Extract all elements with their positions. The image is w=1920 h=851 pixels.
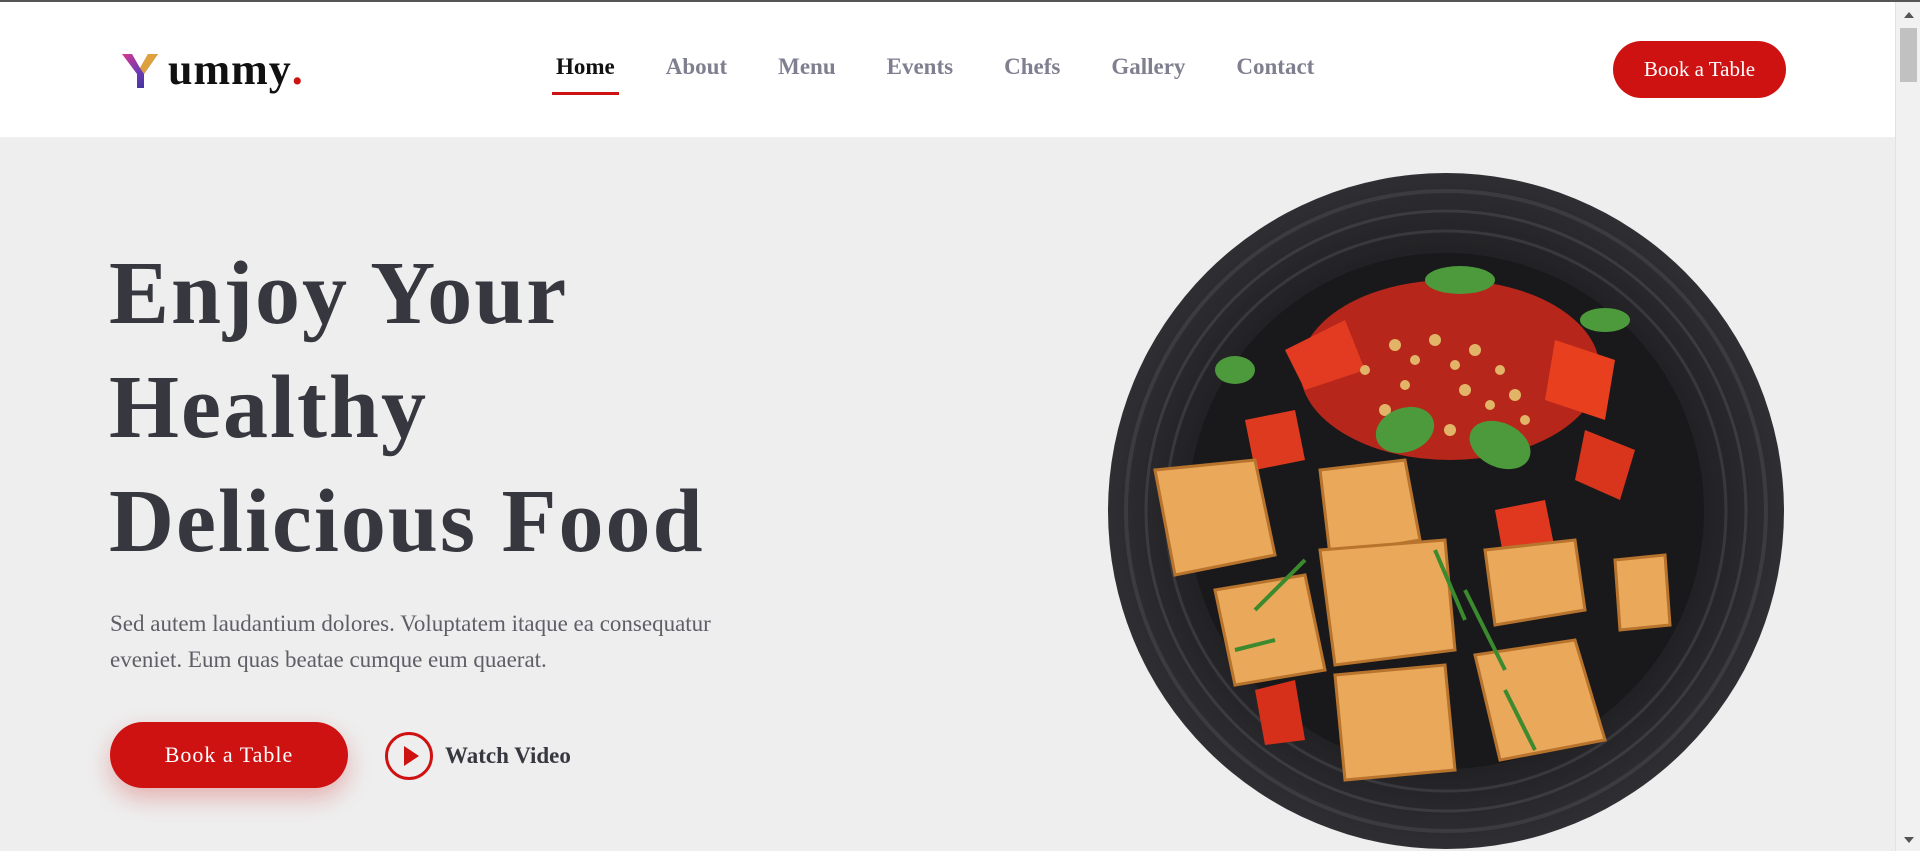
watch-video-link[interactable]: Watch Video: [385, 732, 571, 780]
scroll-down-icon[interactable]: [1904, 837, 1914, 843]
site-logo[interactable]: ummy.: [120, 46, 303, 92]
page-scrollbar[interactable]: [1895, 2, 1920, 851]
header-book-table-button[interactable]: Book a Table: [1613, 41, 1786, 98]
hero-title-line-3: Delicious Food: [109, 472, 705, 571]
play-icon[interactable]: [385, 732, 433, 780]
hero-title-line-2: Healthy: [109, 358, 428, 457]
nav-item-home[interactable]: Home: [552, 54, 619, 95]
logo-text: ummy: [168, 45, 292, 94]
scroll-up-icon[interactable]: [1904, 12, 1914, 18]
nav-item-gallery[interactable]: Gallery: [1111, 54, 1185, 80]
food-plate-image: [1108, 173, 1784, 849]
hero-title-line-1: Enjoy Your: [109, 244, 569, 343]
nav-item-events[interactable]: Events: [887, 54, 953, 80]
scrollbar-thumb[interactable]: [1900, 28, 1917, 82]
nav-item-contact[interactable]: Contact: [1236, 54, 1314, 80]
site-header: ummy. Home About Menu Events Chefs Galle…: [0, 2, 1895, 137]
watch-video-label: Watch Video: [445, 743, 571, 768]
main-nav: Home About Menu Events Chefs Gallery Con…: [552, 54, 1365, 95]
hero-description: Sed autem laudantium dolores. Voluptatem…: [110, 606, 770, 678]
hero-description-line-1: Sed autem laudantium dolores. Voluptatem…: [110, 611, 711, 636]
nav-item-about[interactable]: About: [666, 54, 727, 80]
hero-section: Enjoy Your Healthy Delicious Food Sed au…: [0, 137, 1895, 851]
hero-description-line-2: eveniet. Eum quas beatae cumque eum quae…: [110, 647, 547, 672]
hero-title: Enjoy Your Healthy Delicious Food: [109, 237, 809, 579]
logo-dot: .: [291, 45, 303, 94]
logo-icon: [122, 54, 158, 88]
hero-book-table-button[interactable]: Book a Table: [110, 722, 348, 788]
nav-item-menu[interactable]: Menu: [778, 54, 836, 80]
nav-item-chefs[interactable]: Chefs: [1004, 54, 1060, 80]
